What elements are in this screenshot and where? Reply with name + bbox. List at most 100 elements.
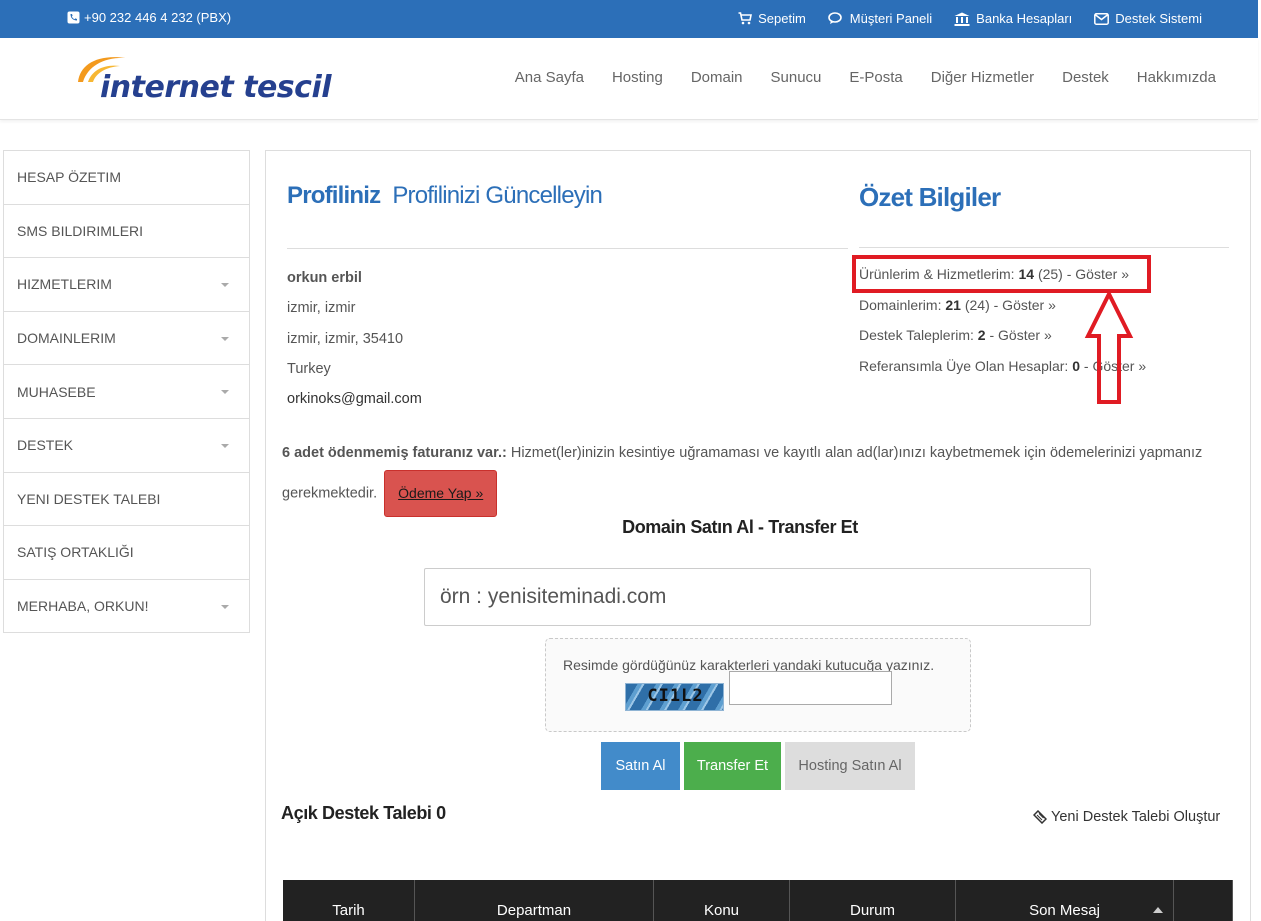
summary-tickets-link[interactable]: - Göster » [989,327,1051,343]
summary-tickets-count: 2 [977,327,986,343]
summary-products-row: Ürünlerim & Hizmetlerim: 14 (25) - Göste… [859,259,1146,290]
captcha-box: Resimde gördüğünüz karakterleri yandaki … [545,638,971,732]
arrow-up-icon [1084,290,1134,404]
nav-support[interactable]: Destek [1062,69,1109,86]
phone-contact: +90 232 446 4 232 (PBX) [67,10,231,25]
column-header-status[interactable]: Durum [790,880,956,921]
caret-down-icon [221,283,229,288]
sidebar-item-label: HESAP ÖZETIM [17,169,121,186]
summary-tickets-label: Destek Taleplerim: [859,327,974,343]
sidebar-item-label: SMS BILDIRIMLERI [17,222,144,239]
profile-name: orkun erbil [287,270,362,286]
bank-accounts-link[interactable]: Banka Hesapları [954,11,1072,26]
sidebar-item-label: MUHASEBE [17,383,96,400]
nav-domain[interactable]: Domain [691,69,743,86]
sidebar-item-services[interactable]: HIZMETLERIM [4,258,249,312]
summary-products-link[interactable]: - Göster » [1067,266,1129,282]
nav-about[interactable]: Hakkımızda [1137,69,1216,86]
main-nav: Ana Sayfa Hosting Domain Sunucu E-Posta … [515,69,1216,86]
summary-domains-total: (24) [964,296,990,313]
sidebar-item-support[interactable]: DESTEK [4,419,249,473]
summary-domains-link[interactable]: - Göster » [994,297,1056,313]
nav-other-services[interactable]: Diğer Hizmetler [931,69,1034,86]
envelope-icon [1094,12,1110,25]
sidebar-item-user-menu[interactable]: MERHABA, ORKUN! [4,580,249,634]
captcha-code: CI1L2 [647,686,704,706]
sidebar-item-affiliate[interactable]: SATIŞ ORTAKLIĞI [4,526,249,580]
profile-address-line2: izmir, izmir, 35410 [287,330,404,347]
notice-bold: 6 adet ödenmemiş faturanız var.: [282,445,507,461]
sidebar-item-label: MERHABA, ORKUN! [17,598,149,615]
summary-products-total: (25) [1037,266,1063,282]
sidebar-item-sms-notifications[interactable]: SMS BILDIRIMLERI [4,205,249,259]
captcha-input[interactable] [729,671,892,705]
cart-link[interactable]: Sepetim [738,11,806,26]
support-system-label: Destek Sistemi [1115,11,1202,26]
caret-down-icon [221,604,229,609]
summary-referrals-label: Referansımla Üye Olan Hesaplar: [859,357,1069,374]
ticket-icon [1033,810,1047,824]
sidebar-item-account-summary[interactable]: HESAP ÖZETIM [4,151,249,205]
column-header-date[interactable]: Tarih [283,880,415,921]
nav-home[interactable]: Ana Sayfa [515,69,584,86]
phone-icon [67,11,80,24]
caret-down-icon [221,336,229,341]
nav-hosting[interactable]: Hosting [612,69,663,86]
bank-accounts-label: Banka Hesapları [976,11,1073,26]
support-system-link[interactable]: Destek Sistemi [1094,11,1202,26]
sidebar-item-label: HIZMETLERIM [17,276,112,293]
update-profile-link[interactable]: Profilinizi Güncelleyin [392,182,603,209]
customer-panel-label: Müşteri Paneli [849,11,933,26]
profile-email: orkinoks@gmail.com [287,391,422,408]
profile-details: orkun erbil izmir, izmir izmir, izmir, 3… [287,263,422,414]
sidebar-item-label: YENI DESTEK TALEBI [17,490,161,507]
sidebar-item-accounting[interactable]: MUHASEBE [4,365,249,419]
caret-down-icon [221,443,229,448]
summary-referrals-count: 0 [1072,357,1080,374]
nav-email[interactable]: E-Posta [849,69,902,86]
sidebar-item-label: DESTEK [17,437,74,454]
divider [859,247,1229,248]
summary-products-count: 14 [1018,266,1035,282]
cart-icon [738,12,753,25]
caret-down-icon [221,390,229,395]
sidebar-item-label: SATIŞ ORTAKLIĞI [17,544,134,561]
profile-address-line1: izmir, izmir [287,300,356,317]
column-label: Son Mesaj [1029,902,1100,919]
summary-domains-count: 21 [945,296,961,313]
open-tickets-title: Açık Destek Talebi 0 [281,803,446,823]
new-ticket-link[interactable]: Yeni Destek Talebi Oluştur [1033,809,1220,825]
sidebar-item-new-ticket[interactable]: YENI DESTEK TALEBI [4,473,249,527]
nav-server[interactable]: Sunucu [771,69,822,86]
profile-country: Turkey [287,360,331,377]
site-logo[interactable]: internet tescil [74,52,332,108]
sidebar-item-domains[interactable]: DOMAINLERIM [4,312,249,366]
top-bar: +90 232 446 4 232 (PBX) Sepetim Müşteri … [0,0,1258,38]
summary-title: Özet Bilgiler [859,182,1001,212]
main-panel: Profiliniz Profilinizi Güncelleyin Özet B… [265,150,1251,921]
column-header-subject[interactable]: Konu [654,880,790,921]
summary-products-label: Ürünlerim & Hizmetlerim: [859,266,1015,282]
domain-section-title: Domain Satın Al - Transfer Et [622,517,858,537]
pay-now-button[interactable]: Ödeme Yap » [384,470,498,517]
chat-icon [827,12,842,24]
sort-up-icon [1153,907,1163,913]
new-ticket-label: Yeni Destek Talebi Oluştur [1051,809,1221,825]
transfer-domain-button[interactable]: Transfer Et [684,742,781,790]
unpaid-invoice-notice: 6 adet ödenmemiş faturanız var.: Hizmet(… [282,436,1232,517]
logo-text: internet tescil [100,70,332,105]
column-header-last-message[interactable]: Son Mesaj [956,880,1174,921]
column-header-department[interactable]: Departman [415,880,654,921]
summary-domains-label: Domainlerim: [859,296,942,313]
buy-hosting-button[interactable]: Hosting Satın Al [785,742,915,790]
divider [287,248,848,249]
phone-number[interactable]: +90 232 446 4 232 (PBX) [84,10,231,25]
profile-title: Profiliniz [287,182,381,209]
captcha-image: CI1L2 [625,683,724,711]
site-header: internet tescil Ana Sayfa Hosting Domain… [0,38,1258,120]
top-links: Sepetim Müşteri Paneli Banka Hesapları D… [738,11,1202,26]
buy-domain-button[interactable]: Satın Al [601,742,680,790]
customer-panel-link[interactable]: Müşteri Paneli [827,11,933,26]
sidebar-item-label: DOMAINLERIM [17,330,116,347]
domain-search-input[interactable]: örn : yenisiteminadi.com [424,568,1091,626]
